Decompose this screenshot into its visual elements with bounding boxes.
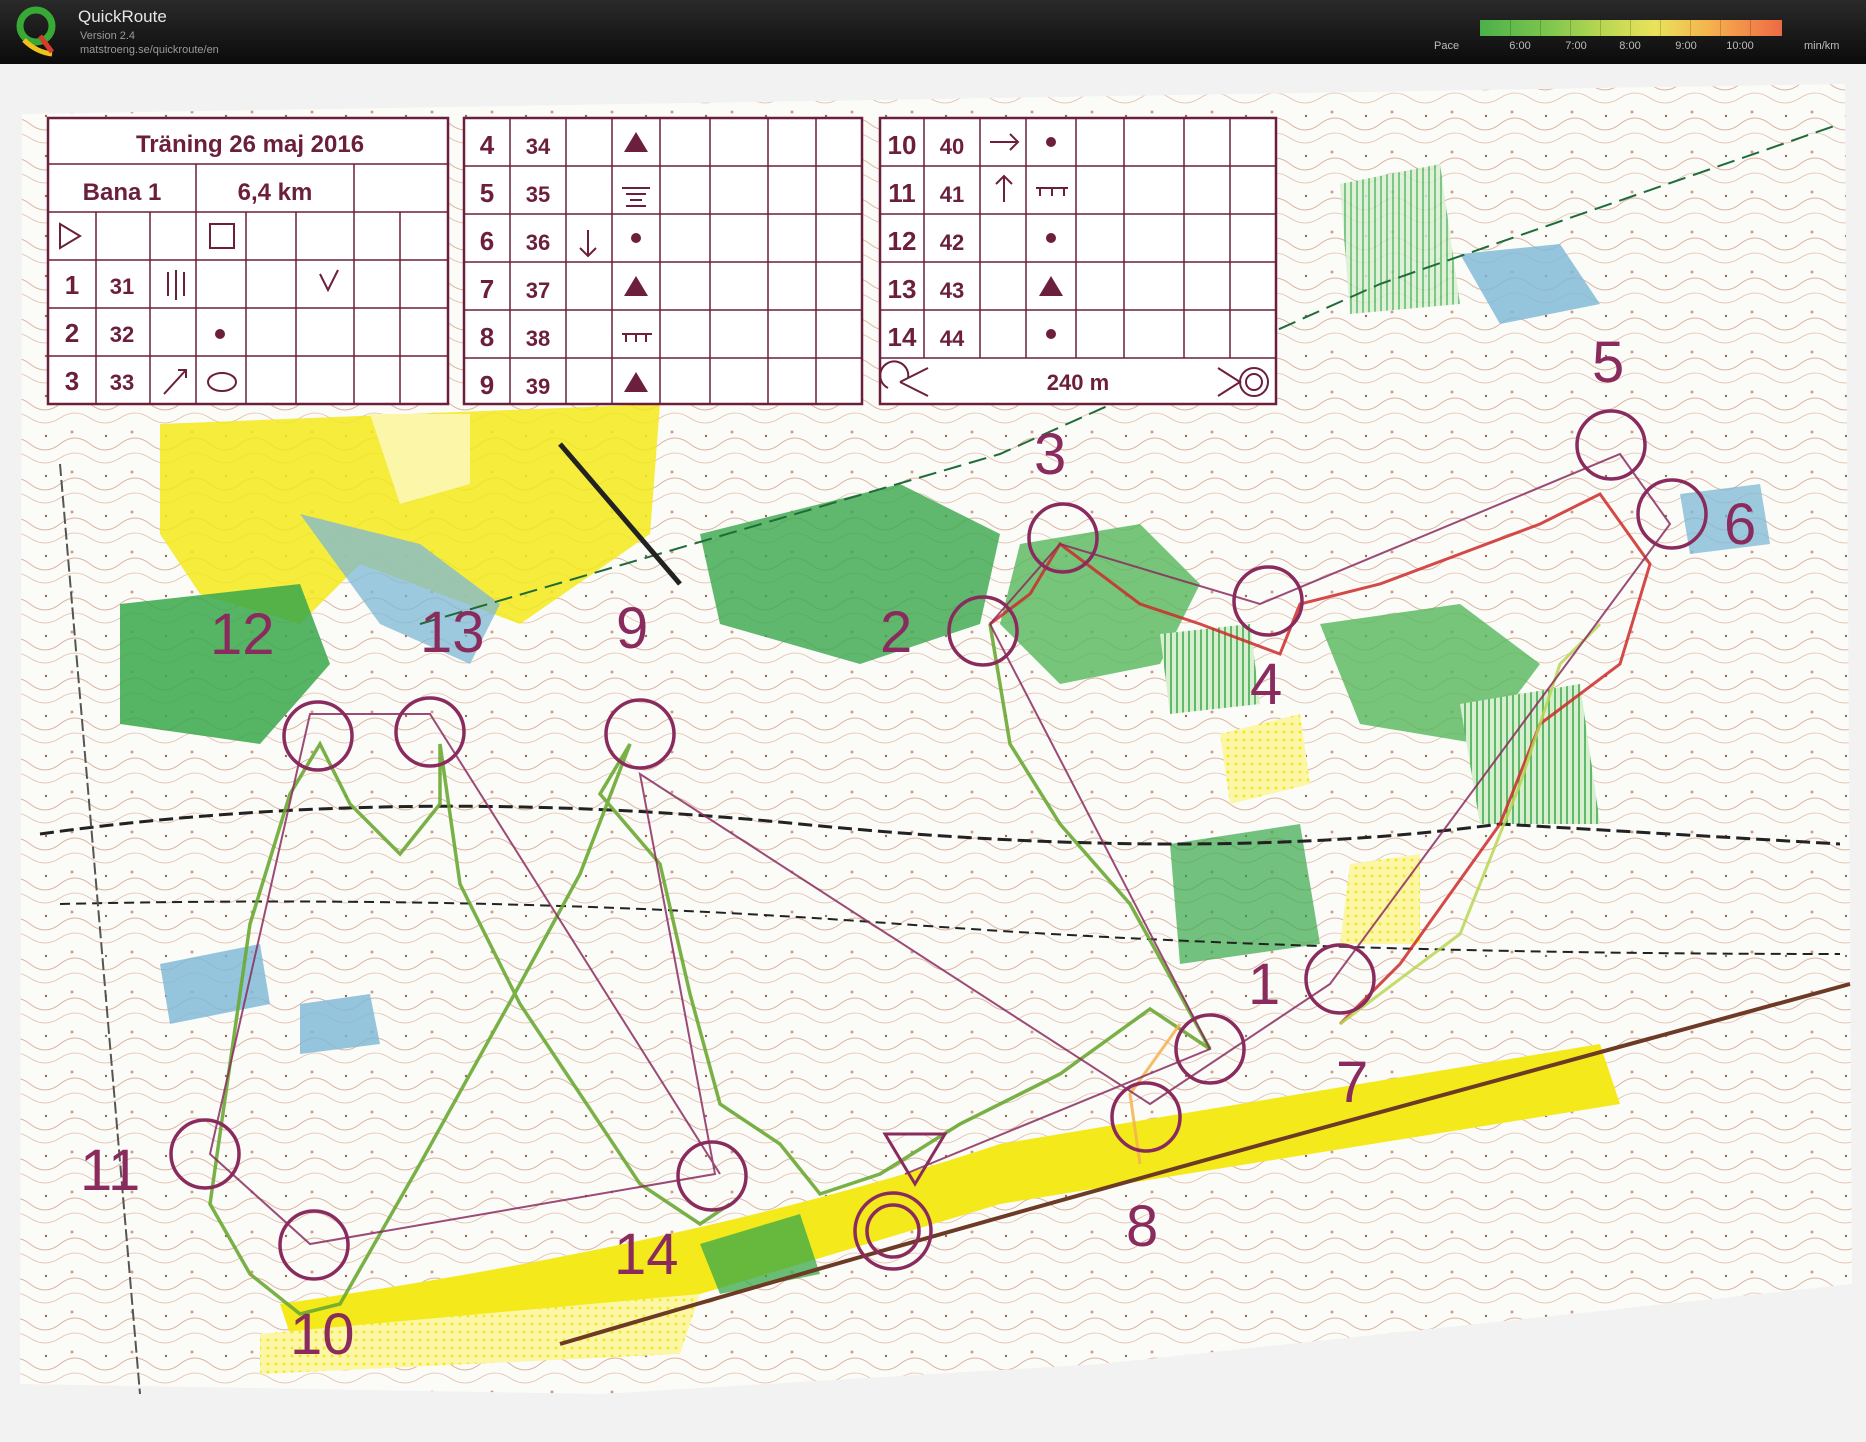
pace-tick-label: 8:00 [1619,40,1641,52]
control-number-label: 6 [1724,492,1756,557]
pace-tick-label: 10:00 [1726,40,1754,52]
control-number: 3 [65,366,79,396]
control-number-label: 4 [1250,652,1282,717]
control-number-label: 14 [614,1222,679,1287]
pace-legend-label: Pace [1434,40,1460,52]
knoll-symbol-icon [215,329,225,339]
control-number-label: 2 [880,600,912,665]
knoll-symbol-icon [1046,137,1056,147]
rough-open-area [1340,854,1420,944]
control-code: 41 [940,182,964,207]
control-number-label: 8 [1126,1194,1158,1259]
earth-bank-symbol-icon [1036,187,1068,196]
control-code: 31 [110,274,134,299]
control-number: 7 [480,274,494,304]
pace-tick-label: 6:00 [1509,40,1531,52]
control-number: 1 [65,270,79,300]
control-code: 33 [110,370,134,395]
control-number: 12 [888,226,917,256]
quickroute-logo-icon [16,6,56,57]
knoll-symbol-icon [1046,233,1056,243]
control-number: 10 [888,130,917,160]
pace-tick-label: 7:00 [1565,40,1587,52]
control-code: 32 [110,322,134,347]
control-description-sheet: Träning 26 maj 2016 Bana 1 6,4 km 1 31 2… [46,116,1278,406]
control-number: 14 [888,322,917,352]
control-number-label: 3 [1034,422,1066,487]
control-code: 43 [940,278,964,303]
control-number: 4 [480,130,495,160]
control-code: 40 [940,134,964,159]
control-code: 34 [526,134,551,159]
app-title: QuickRoute [78,7,167,26]
control-number-label: 1 [1248,952,1280,1017]
app-header: QuickRoute Version 2.4 matstroeng.se/qui… [0,0,1866,64]
pace-tick-label: 9:00 [1675,40,1697,52]
knoll-symbol-icon [1046,329,1056,339]
control-code: 38 [526,326,550,351]
pace-color-scale [1480,20,1782,36]
control-number: 13 [888,274,917,304]
app-version: Version 2.4 [80,30,136,42]
control-code: 44 [940,326,965,351]
control-number: 2 [65,318,79,348]
control-number: 8 [480,322,494,352]
knoll-symbol-icon [631,233,641,243]
control-number: 6 [480,226,494,256]
control-code: 35 [526,182,550,207]
app-url[interactable]: matstroeng.se/quickroute/en [80,44,219,56]
control-number-label: 11 [80,1138,140,1203]
course-length: 6,4 km [238,179,313,206]
control-number-label: 13 [420,600,485,665]
control-number: 5 [480,178,494,208]
course-name: Bana 1 [83,179,162,206]
control-number-label: 7 [1336,1050,1368,1115]
control-code: 39 [526,374,550,399]
control-number-label: 10 [290,1302,355,1367]
control-number-label: 12 [210,602,275,667]
pace-unit-label: min/km [1804,40,1840,52]
control-number-label: 5 [1592,330,1624,395]
control-code: 37 [526,278,550,303]
undergrowth-area [1340,164,1460,314]
event-title: Träning 26 maj 2016 [136,131,364,158]
control-number: 11 [888,178,916,208]
finish-distance: 240 m [1047,370,1109,395]
undergrowth-area [1160,624,1260,714]
control-number: 9 [480,370,494,400]
water-area [300,994,380,1054]
control-code: 42 [940,230,964,255]
control-code: 36 [526,230,550,255]
orienteering-map[interactable]: 1 2 3 4 5 6 7 8 9 10 11 12 13 14 Träning… [0,64,1866,1442]
control-number-label: 9 [616,596,648,661]
